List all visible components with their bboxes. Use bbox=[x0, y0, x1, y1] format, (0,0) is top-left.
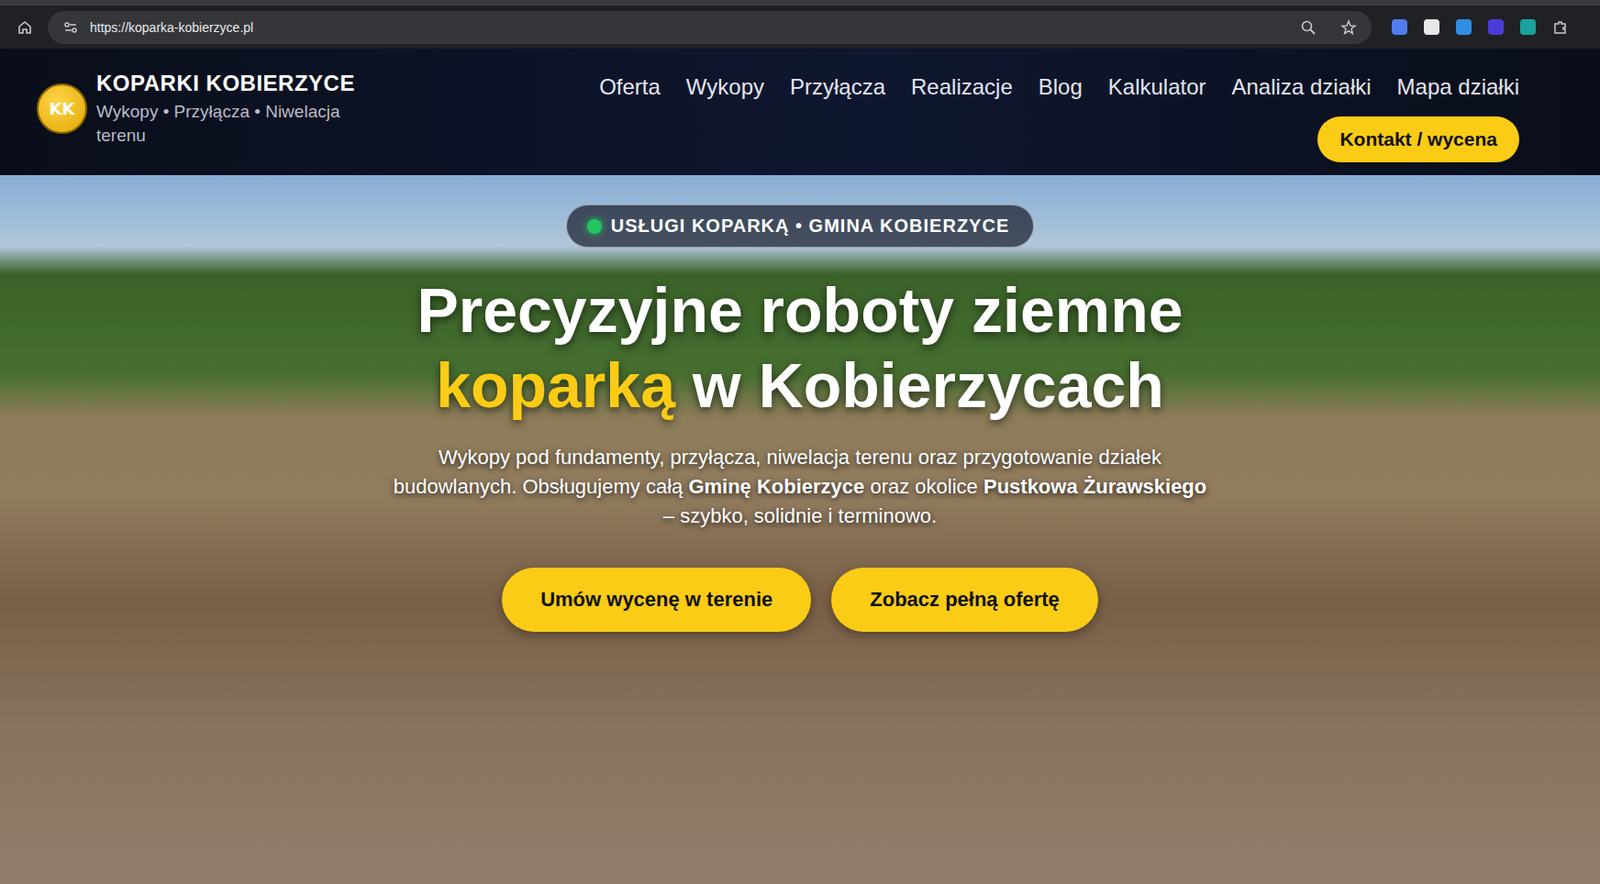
extensions bbox=[1391, 19, 1569, 36]
status-dot-icon bbox=[587, 219, 602, 234]
logo-badge[interactable]: KK bbox=[36, 83, 88, 134]
hero-badge: USŁUGI KOPARKĄ • GMINA KOBIERZYCE bbox=[566, 204, 1034, 248]
site-settings-icon[interactable] bbox=[62, 19, 79, 36]
extension-icon[interactable] bbox=[1391, 19, 1408, 35]
url-text[interactable]: https://koparka-kobierzyce.pl bbox=[89, 20, 1277, 35]
brand-subtitle: Wykopy • Przyłącza • Niwelacja terenu bbox=[96, 100, 372, 147]
extension-icon[interactable] bbox=[1520, 19, 1536, 35]
address-bar[interactable]: https://koparka-kobierzyce.pl bbox=[47, 11, 1372, 45]
nav-item[interactable]: Realizacje bbox=[911, 74, 1013, 100]
main-nav: Oferta Wykopy Przyłącza Realizacje Blog Kalku… bbox=[599, 63, 1520, 100]
nav-item[interactable]: Wykopy bbox=[686, 74, 765, 100]
hero-headline: Precyzyjne roboty ziemnekoparką w Kobier… bbox=[416, 273, 1183, 423]
puzzle-icon[interactable] bbox=[1552, 19, 1569, 36]
contact-button[interactable]: Kontakt / wycena bbox=[1317, 116, 1520, 163]
nav-item[interactable]: Analiza działki bbox=[1232, 74, 1372, 100]
hero-button[interactable]: Zobacz pełną ofertę bbox=[831, 567, 1099, 633]
nav-item[interactable]: Przyłącza bbox=[789, 74, 886, 100]
hero-description: Wykopy pod fundamenty, przyłącza, niwela… bbox=[387, 443, 1213, 532]
hero-button[interactable]: Umów wycenę w terenie bbox=[501, 567, 812, 633]
browser-toolbar: https://koparka-kobierzyce.pl bbox=[0, 0, 1600, 49]
brand-title[interactable]: KOPARKI KOBIERZYCE bbox=[96, 70, 372, 97]
nav-item[interactable]: Kalkulator bbox=[1108, 74, 1207, 100]
page: https://koparka-kobierzyce.pl KK KOPARKI K… bbox=[0, 0, 1600, 884]
site-header: KK KOPARKI KOBIERZYCE Wykopy • Przyłącza •… bbox=[0, 48, 1600, 176]
star-icon[interactable] bbox=[1340, 19, 1357, 36]
zoom-icon[interactable] bbox=[1300, 19, 1317, 36]
extension-icon[interactable] bbox=[1455, 19, 1472, 35]
nav-item[interactable]: Mapa działki bbox=[1397, 74, 1520, 100]
hero: USŁUGI KOPARKĄ • GMINA KOBIERZYCE Precyzy… bbox=[0, 175, 1600, 884]
extension-icon[interactable] bbox=[1423, 19, 1440, 35]
nav-item[interactable]: Oferta bbox=[599, 74, 661, 100]
extension-icon[interactable] bbox=[1488, 19, 1504, 35]
nav-item[interactable]: Blog bbox=[1038, 74, 1083, 100]
brand[interactable]: KK KOPARKI KOBIERZYCE Wykopy • Przyłącza •… bbox=[36, 63, 372, 176]
home-icon[interactable] bbox=[16, 19, 34, 36]
